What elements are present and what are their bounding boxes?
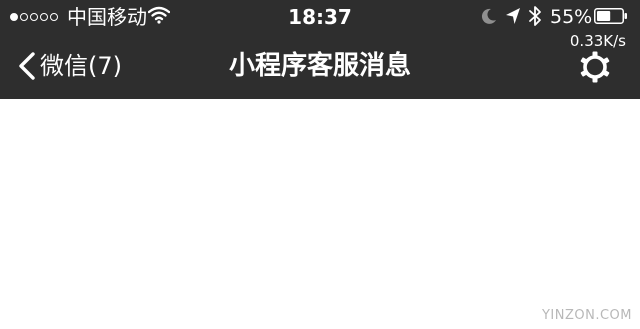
- top-bar: 中国移动 18:37 55% 微信(7) 小程序客服消息 0.33K/s: [0, 0, 640, 99]
- status-time: 18:37: [288, 5, 352, 29]
- status-bar: 中国移动 18:37 55%: [0, 0, 640, 34]
- location-arrow-icon: [506, 8, 520, 24]
- gear-icon[interactable]: [579, 51, 611, 83]
- page-title: 小程序客服消息: [228, 51, 411, 81]
- network-speed: 0.33K/s: [569, 32, 626, 50]
- battery-icon: [594, 8, 627, 24]
- moon-icon: [481, 8, 496, 24]
- battery-percent: 55%: [550, 6, 593, 28]
- screen: 中国移动 18:37 55% 微信(7) 小程序客服消息 0.33K/s YIN…: [0, 0, 640, 329]
- watermark: YINZON.COM: [541, 308, 632, 323]
- bluetooth-icon: [529, 6, 541, 26]
